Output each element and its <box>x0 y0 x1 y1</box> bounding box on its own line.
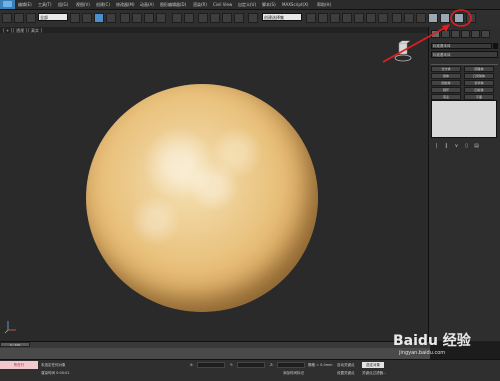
menu-scripting[interactable]: 脚本(S) <box>262 2 276 8</box>
schematic-view-icon[interactable] <box>366 13 376 23</box>
material-editor-icon[interactable] <box>378 13 388 23</box>
remove-modifier-icon[interactable]: ▯ <box>463 143 470 149</box>
render-activeshade-icon[interactable] <box>440 13 450 23</box>
named-selection-field[interactable]: 创建选择集 <box>262 13 302 21</box>
app-logo-icon[interactable] <box>0 0 15 9</box>
menu-animation[interactable]: 动画(A) <box>140 2 154 8</box>
watermark-text: Baidu 经验 <box>393 333 471 349</box>
menu-edit[interactable]: 编辑(E) <box>18 2 32 8</box>
menu-create[interactable]: 创建(C) <box>96 2 110 8</box>
render-time-status: 渲染时间 0:00:01 <box>41 371 70 375</box>
selection-status: 未选定任何对象 <box>41 363 66 367</box>
display-tab-icon[interactable] <box>471 30 480 38</box>
menu-customize[interactable]: 自定义(U) <box>238 2 256 8</box>
align-icon[interactable] <box>318 13 328 23</box>
render-setup-icon[interactable] <box>392 13 402 23</box>
undo-icon[interactable] <box>2 13 12 23</box>
add-time-tag[interactable]: 添加时间标记 <box>283 371 304 376</box>
scale-icon[interactable] <box>144 13 154 23</box>
select-link-icon[interactable] <box>14 13 24 23</box>
mirror-icon[interactable] <box>306 13 316 23</box>
category-row[interactable]: 标准基本体 <box>431 43 492 49</box>
coord-z-field[interactable] <box>277 362 305 368</box>
coord-y-label: Y: <box>230 363 233 367</box>
geosphere-button[interactable]: 几何球体 <box>464 73 494 79</box>
menu-tools[interactable]: 工具(T) <box>38 2 52 8</box>
marble-sphere-object[interactable] <box>86 84 318 312</box>
render-production-icon[interactable] <box>416 13 426 23</box>
modify-tab-icon[interactable] <box>441 30 450 38</box>
selection-filter-dropdown[interactable]: 全部 <box>38 13 68 21</box>
tube-button[interactable]: 管状体 <box>464 80 494 86</box>
coord-z-label: Z: <box>270 363 274 367</box>
create-tab-icon[interactable] <box>431 30 440 38</box>
angle-snap-icon[interactable] <box>210 13 220 23</box>
auto-key-label: 自动关键点 <box>337 363 355 367</box>
ribbon-icon[interactable] <box>342 13 352 23</box>
manipulate-icon[interactable] <box>184 13 194 23</box>
spinner-snap-icon[interactable] <box>234 13 244 23</box>
snap-icon[interactable] <box>198 13 208 23</box>
rendered-frame-icon[interactable] <box>404 13 414 23</box>
object-type-rollout <box>431 59 498 65</box>
select-object-icon[interactable] <box>70 13 80 23</box>
render-iterative-icon[interactable] <box>428 13 438 23</box>
track-bar[interactable] <box>0 348 430 359</box>
cylinder-button[interactable]: 圆柱体 <box>431 80 461 86</box>
utilities-tab-icon[interactable] <box>481 30 490 38</box>
layer-icon[interactable] <box>330 13 340 23</box>
time-slider[interactable]: 0 / 100 <box>0 342 30 347</box>
ref-coord-icon[interactable] <box>156 13 166 23</box>
render-dropdown-icon[interactable] <box>466 13 476 23</box>
coord-x-label: X: <box>190 363 194 367</box>
pin-stack-icon[interactable]: | <box>433 143 440 149</box>
make-unique-icon[interactable]: ∨ <box>453 143 460 149</box>
preview-panel <box>431 100 497 138</box>
axis-tripod-icon <box>4 321 16 334</box>
motion-tab-icon[interactable] <box>461 30 470 38</box>
maxscript-listener[interactable]: 所在行 <box>0 361 38 369</box>
show-end-result-icon[interactable]: ∥ <box>443 143 450 149</box>
torus-button[interactable]: 圆环 <box>431 87 461 93</box>
menu-help[interactable]: 帮助(H) <box>317 2 331 8</box>
edit-named-sel-icon[interactable] <box>248 13 258 23</box>
menu-maxscript[interactable]: MAXScript(X) <box>282 2 308 7</box>
primitive-type-dropdown[interactable]: 标准基本体 <box>431 51 498 58</box>
set-key-label[interactable]: 设置关键点 <box>337 371 355 376</box>
hierarchy-tab-icon[interactable] <box>451 30 460 38</box>
menu-civil-view[interactable]: Civil View <box>213 2 232 7</box>
coord-y-field[interactable] <box>237 362 265 368</box>
pivot-icon[interactable] <box>172 13 182 23</box>
watermark-url: jingyan.baidu.com <box>399 350 446 356</box>
cone-button[interactable]: 圆锥体 <box>464 66 494 72</box>
menu-group[interactable]: 组(G) <box>58 2 68 8</box>
menu-modifiers[interactable]: 修改器(M) <box>116 2 135 8</box>
color-swatch[interactable] <box>493 43 498 49</box>
curve-editor-icon[interactable] <box>354 13 364 23</box>
grid-status: 栅格 = 0.0mm <box>308 363 333 367</box>
pyramid-button[interactable]: 四棱锥 <box>464 87 494 93</box>
select-by-name-icon[interactable] <box>82 13 92 23</box>
key-filters-button[interactable]: 关键点过滤器... <box>362 371 386 376</box>
render-icon[interactable] <box>454 13 464 23</box>
view-cube-icon[interactable] <box>394 40 412 62</box>
window-crossing-icon[interactable] <box>106 13 116 23</box>
menu-graph-editors[interactable]: 图形编辑器(D) <box>160 2 186 8</box>
menu-view[interactable]: 视图(V) <box>76 2 90 8</box>
box-button[interactable]: 长方体 <box>431 66 461 72</box>
viewport-label[interactable]: [ + ] [ 透视 ] [ 真实 ] <box>3 28 42 34</box>
sphere-button[interactable]: 球体 <box>431 73 461 79</box>
unlink-icon[interactable] <box>26 13 36 23</box>
move-icon[interactable] <box>120 13 130 23</box>
rotate-icon[interactable] <box>132 13 142 23</box>
coord-x-field[interactable] <box>197 362 225 368</box>
rect-selection-icon[interactable] <box>94 13 104 23</box>
percent-snap-icon[interactable] <box>222 13 232 23</box>
menu-rendering[interactable]: 渲染(R) <box>193 2 207 8</box>
baidu-watermark: Baidu 经验 jingyan.baidu.com <box>385 326 495 360</box>
configure-sets-icon[interactable]: ▤ <box>473 143 480 149</box>
auto-key-button[interactable]: 选定对象 <box>362 362 384 368</box>
